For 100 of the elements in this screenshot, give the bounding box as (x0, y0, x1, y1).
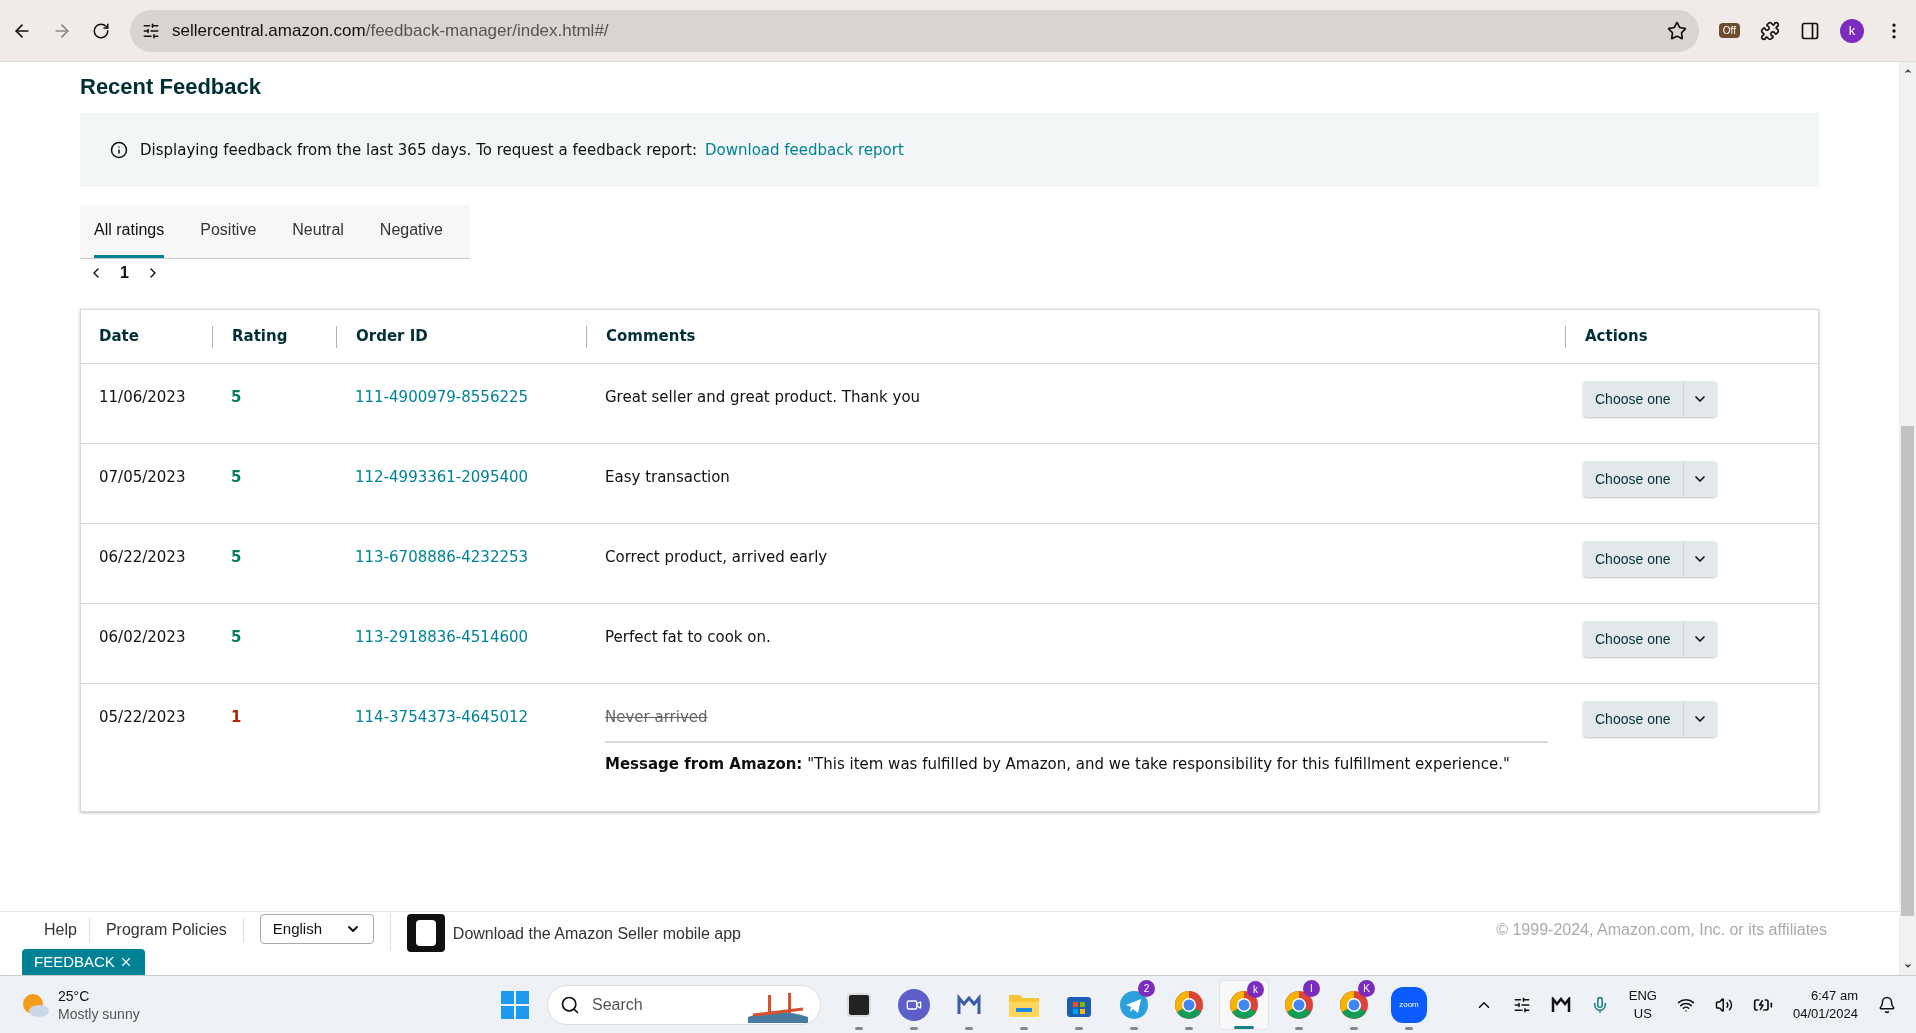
date-cell: 07/05/2023 (99, 468, 186, 486)
running-indicator (1075, 1026, 1083, 1030)
download-report-link[interactable]: Download feedback report (705, 138, 904, 162)
clock-date[interactable]: 04/01/2024 (1792, 1004, 1858, 1023)
extension-badge[interactable]: Off (1718, 23, 1740, 38)
url-text: sellercentral.amazon.com/feedback-manager/index.html#/ (172, 19, 609, 42)
comment-cell-text: Perfect fat to cook on. (605, 627, 771, 648)
language-code[interactable]: ENG (1628, 986, 1657, 1005)
scroll-up-icon[interactable] (1902, 66, 1913, 76)
volume-icon[interactable] (1714, 995, 1733, 1014)
action-dropdown[interactable]: Choose one (1583, 701, 1717, 737)
date-cell: 06/22/2023 (99, 548, 186, 566)
filter-tab[interactable]: All ratings (94, 205, 165, 258)
filter-tab[interactable]: Neutral (292, 205, 344, 258)
notification-badge: K (1358, 979, 1375, 997)
address-bar[interactable]: sellercentral.amazon.com/feedback-manager/index.html#/ (130, 9, 1699, 52)
bars-icon[interactable] (1550, 996, 1571, 1013)
running-indicator (1020, 1026, 1028, 1030)
windows-logo-icon[interactable] (500, 989, 530, 1020)
zoom-icon: zoom (1391, 986, 1427, 1023)
order-id-link[interactable]: 113-6708886-4232253 (355, 548, 529, 566)
running-indicator (1405, 1026, 1413, 1030)
window-icon (847, 992, 871, 1017)
bars-icon (956, 993, 982, 1016)
bookmark-star-icon[interactable] (1666, 20, 1687, 41)
info-icon (110, 141, 128, 159)
order-id-link[interactable]: 113-2918836-4514600 (355, 628, 529, 646)
notification-badge: I (1303, 979, 1320, 997)
notification-bell-icon[interactable] (1878, 995, 1896, 1014)
footer-link[interactable]: Program Policies (105, 918, 244, 942)
copyright-text: © 1999-2024, Amazon.com, Inc. or its affiliates (1496, 920, 1828, 940)
column-header: Actions (1585, 326, 1648, 348)
rating-cell: 5 (231, 388, 242, 406)
search-placeholder: Search (592, 994, 643, 1015)
app-logo-icon (406, 914, 445, 952)
info-text: Displaying feedback from the last 365 days. To request a feedback report: (140, 139, 697, 161)
date-cell: 06/02/2023 (99, 628, 186, 646)
rating-cell: 5 (231, 628, 242, 646)
region-code[interactable]: US (1633, 1004, 1652, 1023)
taskbar-app[interactable]: k (1219, 979, 1269, 1030)
comment-cell-text: Never arrived (605, 707, 708, 728)
date-cell: 05/22/2023 (99, 708, 186, 726)
scrollbar[interactable] (1899, 62, 1916, 975)
column-header: Comments (606, 326, 696, 348)
search-icon (560, 994, 580, 1015)
temperature-text: 25°C (58, 986, 91, 1005)
taskbar-app[interactable]: I (1274, 979, 1324, 1030)
page-title: Recent Feedback (80, 73, 262, 101)
running-indicator (855, 1026, 863, 1030)
scroll-down-icon[interactable] (1902, 961, 1913, 971)
clock-time[interactable]: 6:47 am (1811, 986, 1858, 1005)
notification-badge: k (1247, 980, 1264, 998)
app-download-text: Download the Amazon Seller mobile app (452, 924, 741, 944)
filter-tab[interactable]: Negative (379, 205, 443, 258)
column-header: Rating (232, 326, 288, 348)
running-indicator (1130, 1026, 1138, 1030)
rating-cell: 5 (231, 548, 242, 566)
footer-link[interactable]: Help (44, 918, 90, 942)
chrome-icon (1174, 989, 1204, 1020)
action-dropdown[interactable]: Choose one (1583, 621, 1717, 657)
action-dropdown[interactable]: Choose one (1583, 541, 1717, 577)
dropdown-label: Choose one (1594, 629, 1672, 649)
action-dropdown[interactable]: Choose one (1583, 461, 1717, 497)
side-panel-icon[interactable] (1800, 20, 1820, 41)
reload-icon[interactable] (92, 21, 110, 40)
comment-cell-text: Great seller and great product. Thank you (605, 387, 921, 408)
column-header: Order ID (356, 326, 428, 348)
comment-cell-text: Correct product, arrived early (605, 547, 828, 568)
running-indicator (1234, 1025, 1254, 1029)
rating-cell: 1 (231, 708, 242, 726)
sliders-icon[interactable] (1512, 995, 1531, 1014)
order-id-link[interactable]: 111-4900979-8556225 (355, 388, 529, 406)
notification-badge: 2 (1138, 979, 1155, 997)
language-select[interactable]: English (259, 914, 374, 944)
feedback-tab[interactable]: FEEDBACK (22, 949, 145, 975)
taskbar-search[interactable]: Search (547, 984, 821, 1025)
date-cell: 11/06/2023 (99, 388, 186, 406)
dropdown-label: Choose one (1594, 709, 1672, 729)
running-indicator (1350, 1026, 1358, 1030)
running-indicator (965, 1026, 973, 1030)
page-number[interactable]: 1 (120, 261, 129, 285)
order-id-link[interactable]: 114-3754373-4645012 (355, 708, 529, 726)
column-header: Date (99, 326, 139, 348)
video-chat-icon (898, 988, 930, 1021)
running-indicator (1295, 1026, 1303, 1030)
dropdown-label: Choose one (1594, 469, 1672, 489)
comment-cell-text: Easy transaction (605, 467, 730, 488)
extensions-icon[interactable] (1760, 20, 1780, 41)
action-dropdown[interactable]: Choose one (1583, 381, 1717, 417)
profile-avatar[interactable]: k (1840, 18, 1864, 43)
filter-tab[interactable]: Positive (200, 205, 257, 258)
running-indicator (1185, 1026, 1193, 1030)
taskbar-app[interactable]: 2 (1109, 979, 1159, 1030)
amazon-message: Message from Amazon: "This item was fulfilled by Amazon, and we take responsibility for this fulfillment experience." (605, 753, 1511, 775)
running-indicator (910, 1026, 918, 1030)
taskbar-app[interactable]: K (1329, 979, 1379, 1030)
order-id-link[interactable]: 112-4993361-2095400 (355, 468, 529, 486)
site-settings-icon[interactable] (142, 21, 160, 40)
dropdown-label: Choose one (1594, 389, 1672, 409)
taskbar-app[interactable]: zoom (1384, 979, 1434, 1030)
